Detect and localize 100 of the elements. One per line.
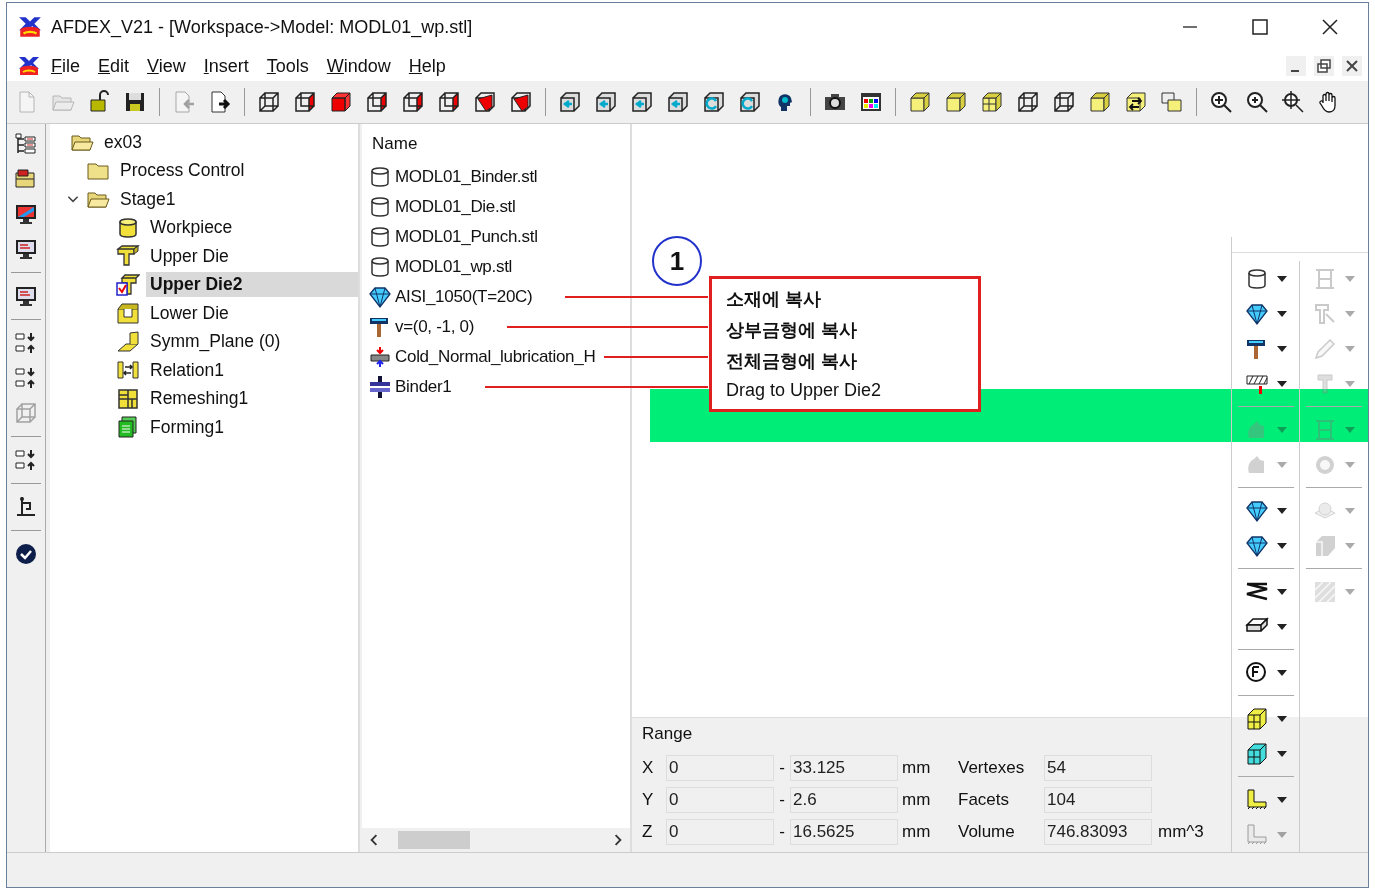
tree-item[interactable]: Relation1 xyxy=(146,357,228,383)
restore-icon[interactable] xyxy=(1314,56,1334,76)
align-icon[interactable] xyxy=(14,448,38,472)
tree-icon[interactable] xyxy=(14,132,38,156)
menu-item[interactable]: File xyxy=(43,55,88,77)
cube-icon[interactable] xyxy=(509,90,533,114)
tree-item[interactable]: Workpiece xyxy=(146,215,237,241)
range-max-field[interactable]: 33.125 xyxy=(790,755,898,781)
range-separator: - xyxy=(778,822,786,842)
cube-icon[interactable] xyxy=(473,90,497,114)
caret-icon xyxy=(1276,310,1287,317)
menu-item[interactable]: Tools xyxy=(258,55,317,77)
tree-item[interactable]: ex03 xyxy=(100,129,146,155)
stat-field[interactable]: 54 xyxy=(1044,755,1152,781)
model-viewport[interactable]: 1 소재에 복사 상부금형에 복사 전체금형에 복사 Drag to Upper Die2 xyxy=(632,124,1368,717)
cube-arrow-icon[interactable] xyxy=(558,90,582,114)
list-item[interactable]: MODL01_wp.stl xyxy=(395,257,513,277)
close-icon[interactable] xyxy=(1320,17,1340,37)
tree-item[interactable]: Stage1 xyxy=(116,186,180,212)
list-item[interactable]: AISI_1050(T=20C) xyxy=(395,287,533,307)
scroll-left-icon[interactable] xyxy=(368,834,380,846)
monitor-icon[interactable] xyxy=(14,284,38,308)
tree-item[interactable]: Process Control xyxy=(116,158,249,184)
list-item[interactable]: Cold_Normal_lubrication_H xyxy=(395,347,596,367)
maximize-icon[interactable] xyxy=(1250,17,1270,37)
column-header[interactable]: Name xyxy=(362,124,630,162)
cube-rotate-icon[interactable] xyxy=(702,90,726,114)
color-grid-icon[interactable] xyxy=(859,90,883,114)
caret-icon xyxy=(1344,588,1355,595)
cube-arrow-icon[interactable] xyxy=(630,90,654,114)
plane-icon xyxy=(116,329,140,354)
stat-field[interactable]: 746.83093 xyxy=(1044,819,1152,845)
page-arrow-icon[interactable] xyxy=(208,90,232,114)
list-item[interactable]: v=(0, -1, 0) xyxy=(395,317,475,337)
list-item[interactable]: Binder1 xyxy=(395,377,452,397)
zoom-fit-icon[interactable] xyxy=(1281,90,1305,114)
align-icon[interactable] xyxy=(14,366,38,390)
check-circle-icon[interactable] xyxy=(14,542,38,566)
tree-item[interactable]: Upper Die xyxy=(146,243,233,269)
cylinder-icon xyxy=(116,215,140,240)
caret-icon xyxy=(1276,831,1287,838)
solid-cube-icon[interactable] xyxy=(1088,90,1112,114)
align-icon[interactable] xyxy=(14,331,38,355)
close-icon[interactable] xyxy=(1342,56,1362,76)
cube-icon[interactable] xyxy=(437,90,461,114)
cube-rotate-icon[interactable] xyxy=(738,90,762,114)
list-item[interactable]: MODL01_Die.stl xyxy=(395,197,516,217)
menu-item[interactable]: Insert xyxy=(195,55,257,77)
range-max-field[interactable]: 16.5625 xyxy=(790,819,898,845)
wireframe-cube-icon[interactable] xyxy=(1016,90,1040,114)
tree-item[interactable]: Lower Die xyxy=(146,300,233,326)
menu-item[interactable]: Window xyxy=(318,55,399,77)
caret-icon xyxy=(1276,275,1287,282)
menu-item[interactable]: View xyxy=(139,55,194,77)
cube-icon[interactable] xyxy=(293,90,317,114)
minimize-icon[interactable] xyxy=(1286,56,1306,76)
app-logo-icon[interactable] xyxy=(17,54,41,78)
padlock-icon[interactable] xyxy=(87,90,111,114)
wireframe-cube-icon[interactable] xyxy=(1052,90,1076,114)
cube-arrow-icon[interactable] xyxy=(594,90,618,114)
solid-cube-icon[interactable] xyxy=(908,90,932,114)
unit-label: mm^3 xyxy=(1157,822,1204,842)
caret-icon xyxy=(1276,715,1287,722)
folder-stack-icon[interactable] xyxy=(14,167,38,191)
scrollbar-thumb[interactable] xyxy=(398,831,470,849)
grid-block-icon xyxy=(1244,741,1269,766)
zoom-in-icon[interactable] xyxy=(1245,90,1269,114)
stat-field[interactable]: 104 xyxy=(1044,787,1152,813)
tree-item[interactable]: Symm_Plane (0) xyxy=(146,329,285,355)
range-min-field[interactable]: 0 xyxy=(666,819,774,845)
cube-arrow-icon[interactable] xyxy=(666,90,690,114)
wireframe-cube-icon[interactable] xyxy=(257,90,281,114)
caret-icon xyxy=(1344,380,1355,387)
grid-cube-icon[interactable] xyxy=(980,90,1004,114)
stat-label: Facets xyxy=(958,790,1011,810)
monitor-icon[interactable] xyxy=(14,237,38,261)
cube-icon[interactable] xyxy=(329,90,353,114)
list-item[interactable]: MODL01_Punch.stl xyxy=(395,227,538,247)
menu-item[interactable]: Edit xyxy=(90,55,138,77)
tree-item[interactable]: Forming1 xyxy=(146,414,228,440)
monitor-icon[interactable] xyxy=(14,202,38,226)
caret-icon xyxy=(1276,345,1287,352)
caret-icon xyxy=(1276,507,1287,514)
horizontal-scrollbar[interactable] xyxy=(362,828,630,852)
menu-item[interactable]: Help xyxy=(400,55,454,77)
zoom-window-icon[interactable] xyxy=(1209,90,1233,114)
cube-icon[interactable] xyxy=(365,90,389,114)
scroll-right-icon[interactable] xyxy=(612,834,624,846)
stand-icon[interactable] xyxy=(14,495,38,519)
solid-cube-icon[interactable] xyxy=(944,90,968,114)
cube-stack-icon[interactable] xyxy=(1160,90,1184,114)
range-min-field[interactable]: 0 xyxy=(666,755,774,781)
tree-item[interactable]: Remeshing1 xyxy=(146,386,253,412)
cube-icon[interactable] xyxy=(401,90,425,114)
cube-swap-icon[interactable] xyxy=(1124,90,1148,114)
tree-item[interactable]: Upper Die2 xyxy=(146,272,358,298)
list-item[interactable]: MODL01_Binder.stl xyxy=(395,167,538,187)
range-max-field[interactable]: 2.6 xyxy=(790,787,898,813)
caret-icon xyxy=(1344,542,1355,549)
range-min-field[interactable]: 0 xyxy=(666,787,774,813)
